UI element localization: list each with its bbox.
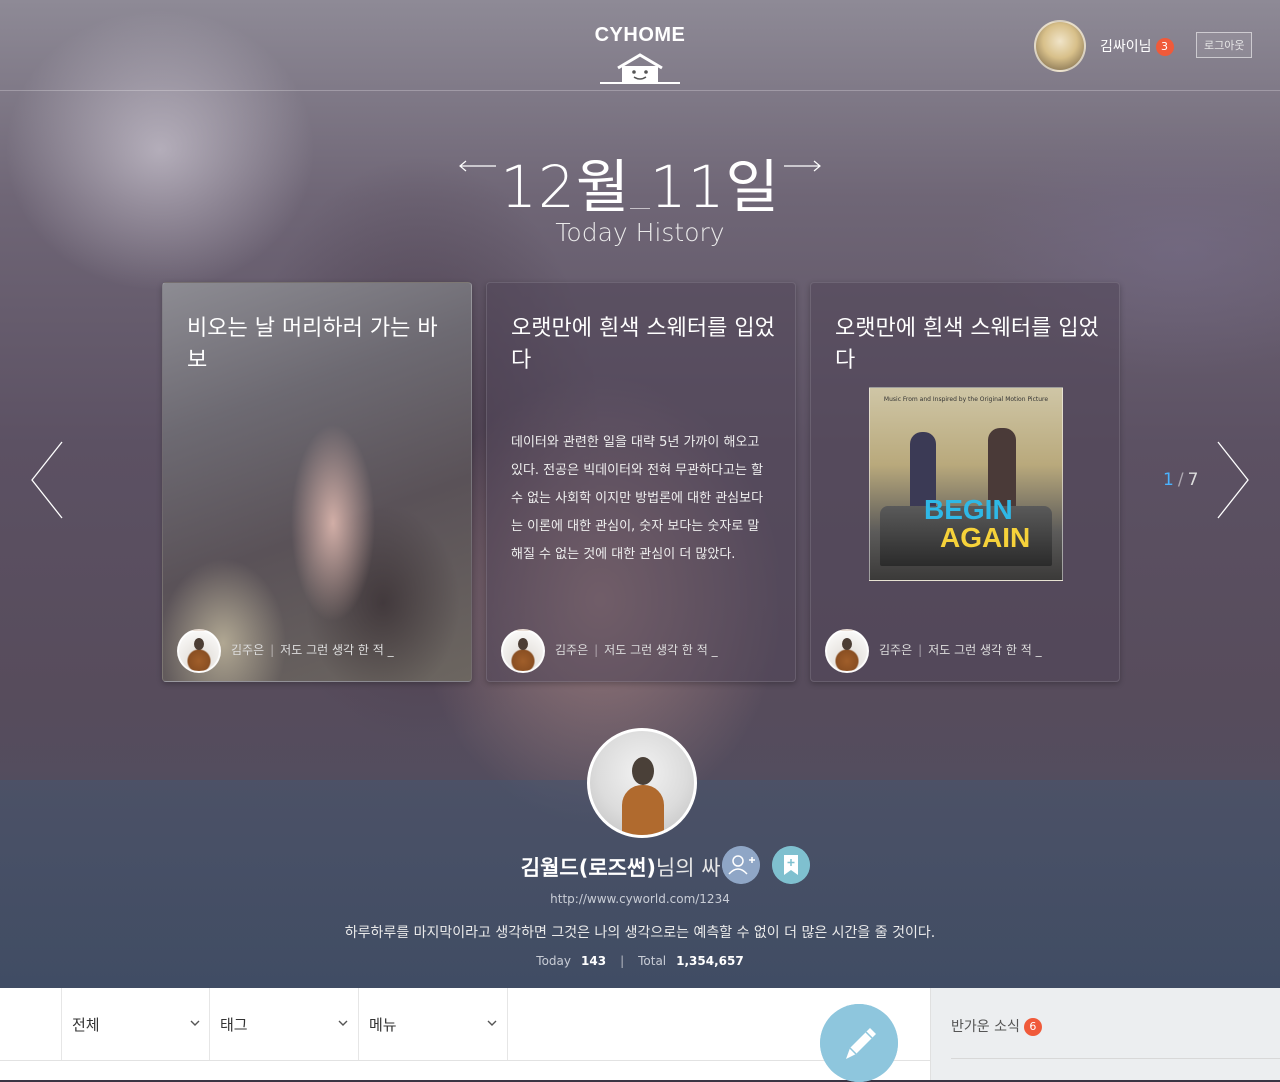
filter-menu-dropdown[interactable]: 메뉴: [358, 988, 507, 1060]
carousel-prev-icon[interactable]: [28, 440, 68, 520]
house-icon: [600, 53, 680, 84]
profile-avatar[interactable]: [587, 728, 697, 838]
carousel-next-icon[interactable]: [1212, 440, 1252, 520]
avatar-figure-body: [622, 785, 664, 835]
album-title-line2: AGAIN: [940, 522, 1031, 553]
bottom-bar: 전체 태그 메뉴 반가운 소식 6: [0, 988, 1280, 1080]
visit-stats: Today 143 | Total 1,354,657: [0, 954, 1280, 968]
album-cover-image: Music From and Inspired by the Original …: [869, 387, 1063, 581]
meta-divider: |: [918, 643, 923, 657]
history-card[interactable]: 비오는 날 머리하러 가는 바보 김주은 | 저도 그런 생각 한 적 _: [162, 282, 472, 682]
filter-label: 전체: [72, 1016, 100, 1034]
chevron-down-icon: [487, 1020, 497, 1026]
author-avatar[interactable]: [825, 629, 869, 673]
author-name[interactable]: 김주은: [879, 643, 912, 657]
notification-badge: 3: [1155, 38, 1174, 56]
profile-title: 김월드(로즈썬)님의 싸이홈: [0, 852, 1280, 882]
avatar[interactable]: [1034, 20, 1086, 72]
card-footer: 김주은 | 저도 그런 생각 한 적 _: [825, 629, 1115, 673]
total-label: Total: [638, 954, 667, 968]
profile-url[interactable]: http://www.cyworld.com/1234: [0, 892, 1280, 906]
author-name[interactable]: 김주은: [231, 643, 264, 657]
date-header: 12월 11일: [0, 140, 1280, 224]
history-card[interactable]: 오랫만에 흰색 스웨터를 입었다 데이터와 관련한 일을 대략 5년 가까이 해…: [486, 282, 796, 682]
total-count: 1,354,657: [676, 954, 744, 968]
news-panel[interactable]: 반가운 소식 6: [930, 988, 1280, 1080]
author-avatar[interactable]: [501, 629, 545, 673]
pager-current: 1: [1163, 470, 1174, 490]
card-meta: 김주은 | 저도 그런 생각 한 적 _: [879, 641, 1042, 658]
add-friend-icon[interactable]: [722, 846, 760, 884]
album-caption: Music From and Inspired by the Original …: [883, 396, 1049, 403]
today-history-label: Today History: [555, 218, 725, 247]
news-count-badge: 6: [1023, 1018, 1042, 1036]
stats-divider: |: [620, 954, 625, 968]
filter-label: 태그: [220, 1016, 248, 1034]
author-avatar[interactable]: [177, 629, 221, 673]
filter-label: 메뉴: [369, 1016, 397, 1034]
card-title: 오랫만에 흰색 스웨터를 입었다: [835, 316, 1099, 373]
author-name[interactable]: 김주은: [555, 643, 588, 657]
avatar-figure-head: [632, 757, 654, 785]
card-excerpt: 저도 그런 생각 한 적 _: [280, 643, 394, 657]
news-divider: [951, 1058, 1280, 1059]
filter-divider: [507, 988, 508, 1060]
filter-all-dropdown[interactable]: 전체: [61, 988, 210, 1060]
card-title: 비오는 날 머리하러 가는 바보: [187, 316, 438, 373]
filter-bar: 전체 태그 메뉴: [0, 988, 930, 1061]
profile-name: 김월드(로즈썬): [520, 856, 656, 880]
logo-text: CYHOME: [594, 24, 686, 46]
logo[interactable]: CYHOME: [590, 24, 690, 89]
album-title: BEGIN AGAIN: [924, 494, 1031, 553]
news-label: 반가운 소식 6: [951, 1016, 1042, 1036]
write-pencil-icon[interactable]: [820, 1004, 898, 1082]
card-meta: 김주은 | 저도 그런 생각 한 적 _: [555, 641, 718, 658]
card-body: 데이터와 관련한 일을 대략 5년 가까이 해오고 있다. 전공은 빅데이터와 …: [511, 435, 764, 562]
date-title: 12월 11일: [500, 153, 780, 221]
pager-separator: /: [1177, 470, 1184, 490]
meta-divider: |: [270, 643, 275, 657]
card-footer: 김주은 | 저도 그런 생각 한 적 _: [177, 629, 467, 673]
news-title: 반가운 소식: [951, 1019, 1020, 1035]
card-footer: 김주은 | 저도 그런 생각 한 적 _: [501, 629, 791, 673]
bookmark-icon[interactable]: [772, 846, 810, 884]
next-date-arrow-icon[interactable]: [782, 160, 822, 172]
user-name[interactable]: 김싸이님 3: [1100, 36, 1174, 56]
album-title-line1: BEGIN: [924, 494, 1013, 525]
card-excerpt: 저도 그런 생각 한 적 _: [604, 643, 718, 657]
today-label: Today: [536, 954, 571, 968]
chevron-down-icon: [338, 1020, 348, 1026]
history-card[interactable]: 오랫만에 흰색 스웨터를 입었다 Music From and Inspired…: [810, 282, 1120, 682]
prev-date-arrow-icon[interactable]: [458, 160, 498, 172]
logout-button[interactable]: 로그아웃: [1196, 32, 1253, 58]
carousel-pager: 1/7: [1163, 470, 1198, 490]
today-count: 143: [581, 954, 607, 968]
date-underline: [630, 208, 650, 209]
filter-tag-dropdown[interactable]: 태그: [209, 988, 358, 1060]
header-divider: [0, 90, 1280, 91]
card-excerpt: 저도 그런 생각 한 적 _: [928, 643, 1042, 657]
card-meta: 김주은 | 저도 그런 생각 한 적 _: [231, 641, 394, 658]
chevron-down-icon: [190, 1020, 200, 1026]
profile-description: 하루하루를 마지막이라고 생각하면 그것은 나의 생각으로는 예측할 수 없이 …: [344, 925, 936, 941]
user-menu: 김싸이님 3 로그아웃: [1020, 20, 1280, 72]
user-name-text: 김싸이님: [1100, 39, 1152, 55]
pager-total: 7: [1187, 470, 1199, 490]
meta-divider: |: [594, 643, 599, 657]
card-title: 오랫만에 흰색 스웨터를 입었다: [511, 316, 775, 373]
